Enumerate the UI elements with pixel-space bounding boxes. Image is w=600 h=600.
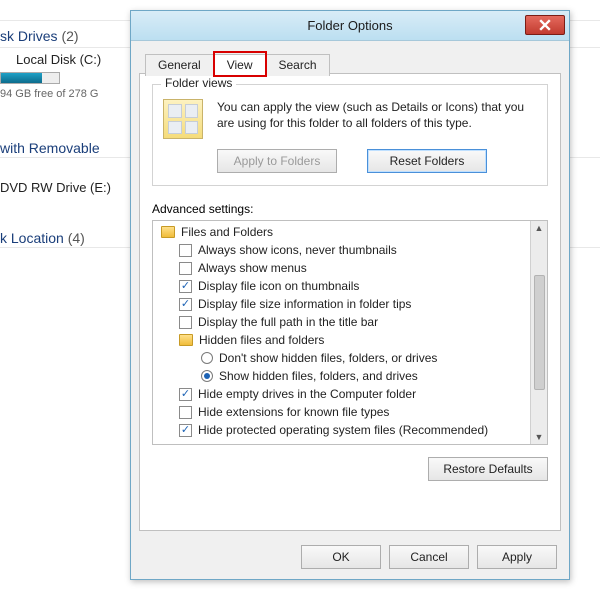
tree-node-label: Always show menus — [198, 261, 307, 275]
drives-group-label: sk Drives — [0, 28, 58, 44]
folder-views-groupbox: Folder views You can apply the view (suc… — [152, 84, 548, 186]
disk-usage-bar — [0, 72, 60, 84]
folder-views-legend: Folder views — [161, 76, 236, 90]
tab-view[interactable]: View — [214, 54, 266, 76]
tree-node-label: Hide extensions for known file types — [198, 405, 389, 419]
scroll-thumb[interactable] — [534, 275, 545, 390]
drives-group-count: (2) — [61, 28, 78, 44]
checkbox[interactable]: ✓ — [179, 424, 192, 437]
checkbox[interactable] — [179, 406, 192, 419]
advanced-settings-tree[interactable]: Files and Folders Always show icons, neve… — [152, 220, 548, 445]
scroll-down-icon[interactable]: ▼ — [535, 432, 544, 442]
tree-node[interactable]: ✓ Hide protected operating system files (… — [157, 421, 529, 439]
checkbox[interactable]: ✓ — [179, 280, 192, 293]
ok-button[interactable]: OK — [301, 545, 381, 569]
radio[interactable] — [201, 370, 213, 382]
tree-node-label: Always show icons, never thumbnails — [198, 243, 397, 257]
close-button[interactable] — [525, 15, 565, 35]
tree-node-label: Don't show hidden files, folders, or dri… — [219, 351, 437, 365]
local-disk-label[interactable]: Local Disk (C:) — [16, 52, 101, 67]
tab-panel-view: Folder views You can apply the view (suc… — [139, 73, 561, 531]
checkbox[interactable] — [179, 316, 192, 329]
tree-node[interactable]: Don't show hidden files, folders, or dri… — [157, 349, 529, 367]
tree-node-label: Hide empty drives in the Computer folder — [198, 387, 416, 401]
tree-node[interactable]: Show hidden files, folders, and drives — [157, 367, 529, 385]
folder-options-dialog: Folder Options General View Search Folde… — [130, 10, 570, 580]
tree-node[interactable]: Hide extensions for known file types — [157, 403, 529, 421]
apply-to-folders-button[interactable]: Apply to Folders — [217, 149, 337, 173]
tree-node[interactable]: ✓ Display file icon on thumbnails — [157, 277, 529, 295]
folder-icon — [179, 334, 193, 346]
location-group-label: k Location — [0, 230, 64, 246]
tree-node: Hidden files and folders — [157, 331, 529, 349]
tab-bar: General View Search — [145, 53, 330, 75]
close-icon — [539, 19, 551, 31]
tree-node-label: Display the full path in the title bar — [198, 315, 378, 329]
disk-usage-text: 94 GB free of 278 G — [0, 88, 98, 100]
tree-node[interactable]: Always show menus — [157, 259, 529, 277]
dialog-button-row: OK Cancel Apply — [301, 545, 557, 569]
apply-button[interactable]: Apply — [477, 545, 557, 569]
reset-folders-button[interactable]: Reset Folders — [367, 149, 487, 173]
advanced-settings-label: Advanced settings: — [152, 202, 548, 216]
tree-node[interactable]: ✓ Display file size information in folder… — [157, 295, 529, 313]
tree-node-label: Display file icon on thumbnails — [198, 279, 359, 293]
folder-views-icon — [163, 99, 203, 139]
tree-node-label: Hidden files and folders — [199, 333, 324, 347]
tree-node-label: Show hidden files, folders, and drives — [219, 369, 418, 383]
scrollbar[interactable]: ▲ ▼ — [530, 221, 547, 444]
dialog-titlebar[interactable]: Folder Options — [131, 11, 569, 41]
tree-node[interactable]: Always show icons, never thumbnails — [157, 241, 529, 259]
folder-icon — [161, 226, 175, 238]
checkbox[interactable]: ✓ — [179, 298, 192, 311]
tree-node-label: Hide protected operating system files (R… — [198, 423, 488, 437]
dialog-title: Folder Options — [307, 18, 392, 33]
checkbox[interactable] — [179, 244, 192, 257]
scroll-up-icon[interactable]: ▲ — [535, 223, 544, 233]
tree-node[interactable]: ✓ Hide empty drives in the Computer folde… — [157, 385, 529, 403]
cancel-button[interactable]: Cancel — [389, 545, 469, 569]
checkbox[interactable] — [179, 262, 192, 275]
location-group-count: (4) — [68, 230, 85, 246]
folder-views-text: You can apply the view (such as Details … — [217, 99, 537, 131]
checkbox[interactable]: ✓ — [179, 388, 192, 401]
radio[interactable] — [201, 352, 213, 364]
restore-defaults-button[interactable]: Restore Defaults — [428, 457, 548, 481]
tab-general[interactable]: General — [145, 54, 214, 76]
tree-node: Files and Folders — [157, 223, 529, 241]
tree-node-label: Files and Folders — [181, 225, 273, 239]
tree-node[interactable]: Display the full path in the title bar — [157, 313, 529, 331]
tab-search[interactable]: Search — [266, 54, 330, 76]
tree-node-label: Display file size information in folder … — [198, 297, 411, 311]
dvd-drive-label[interactable]: DVD RW Drive (E:) — [0, 180, 111, 195]
removable-group-label: with Removable — [0, 140, 100, 156]
